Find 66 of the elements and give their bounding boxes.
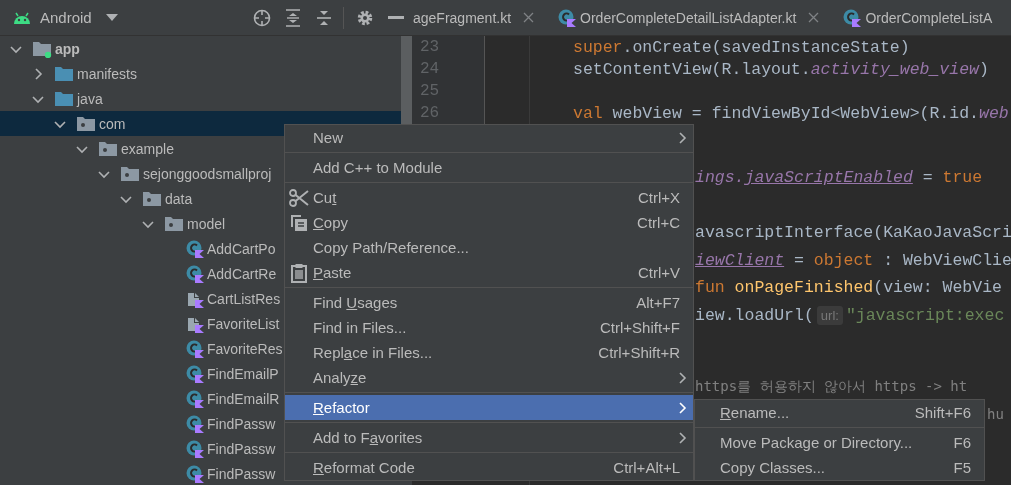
settings-icon[interactable] [356, 8, 374, 27]
code-line: setContentView(R.layout.activity_web_view) [573, 59, 989, 79]
menu-item[interactable]: Add to Favorites [285, 425, 693, 450]
tree-item[interactable]: manifests [0, 61, 401, 86]
package-icon [120, 165, 140, 182]
editor-tab[interactable]: OrderCompleteListA [841, 0, 995, 35]
view-selector[interactable]: Android [40, 9, 92, 26]
caret-icon[interactable] [105, 13, 118, 22]
menu-item[interactable]: Copy Ctrl+C [285, 210, 693, 235]
module-folder-icon [32, 39, 52, 58]
kotlin-class-icon [186, 264, 204, 283]
kotlin-class-icon [186, 389, 204, 408]
package-icon [164, 215, 184, 232]
code-line: https를 허용하지 않아서 https -> ht [695, 377, 968, 397]
close-icon[interactable] [808, 12, 820, 23]
menu-item[interactable]: Cut Ctrl+X [285, 185, 693, 210]
kotlin-class-icon [186, 464, 204, 483]
menu-item[interactable]: Move Package or Directory... F6 [695, 430, 984, 455]
menu-item[interactable]: Replace in Files... Ctrl+Shift+R [285, 340, 693, 365]
menu-item[interactable]: Find Usages Alt+F7 [285, 290, 693, 315]
package-icon [98, 140, 118, 157]
code-line: iew.loadUrl( url: "javascript:exec [695, 305, 1005, 325]
code-line: iewClient = object : WebViewClie [695, 250, 1011, 270]
kotlin-class-icon [843, 8, 862, 27]
kotlin-class-icon [186, 239, 204, 258]
menu-item[interactable]: Refactor [285, 395, 693, 420]
code-line: ings.javaScriptEnabled = true [695, 168, 983, 188]
clipboard-icon [291, 262, 307, 283]
expand-all-icon[interactable] [285, 8, 301, 27]
chevron-right-icon[interactable] [32, 67, 44, 80]
code-line: avascriptInterface(KaKaoJavaScri [695, 223, 1011, 243]
close-icon[interactable] [523, 12, 535, 23]
kotlin-class-icon [186, 364, 204, 383]
menu-item[interactable]: Copy Path/Reference... [285, 235, 693, 260]
android-icon [12, 10, 32, 25]
menu-item[interactable]: Add C++ to Module [285, 155, 693, 180]
package-icon [76, 115, 96, 132]
editor-tab[interactable]: OrderCompleteDetailListAdapter.kt [556, 0, 799, 35]
folder-icon [54, 90, 74, 107]
scissors-icon [289, 187, 309, 208]
code-line: fun onPageFinished(view: WebVie [695, 278, 1002, 298]
menu-item[interactable]: Rename... Shift+F6 [695, 400, 984, 425]
tree-item[interactable]: java [0, 86, 401, 111]
code-line: hu [987, 404, 1004, 424]
copy-icon [290, 213, 308, 232]
menu-item[interactable]: Analyze [285, 365, 693, 390]
kotlin-class-icon [558, 8, 577, 27]
code-line: val webView = findViewById<WebView>(R.id.web [573, 103, 1009, 123]
editor-tab[interactable]: ageFragment.kt [412, 0, 514, 35]
menu-item[interactable]: Copy Classes... F5 [695, 455, 984, 480]
chevron-right-icon[interactable] [679, 371, 687, 384]
minimize-icon[interactable] [388, 15, 404, 20]
kotlin-class-icon [186, 339, 204, 358]
folder-icon [54, 65, 74, 82]
chevron-right-icon[interactable] [679, 431, 687, 444]
code-line: super.onCreate(savedInstanceState) [573, 37, 910, 57]
crosshair-icon[interactable] [253, 8, 271, 27]
chevron-right-icon[interactable] [679, 131, 687, 144]
kotlin-class-icon [186, 414, 204, 433]
collapse-all-icon[interactable] [316, 8, 332, 27]
tree-item[interactable]: app [0, 36, 401, 61]
package-icon [142, 190, 162, 207]
menu-item[interactable]: Reformat Code Ctrl+Alt+L [285, 455, 693, 480]
kotlin-class-icon [186, 439, 204, 458]
menu-item[interactable]: Find in Files... Ctrl+Shift+F [285, 315, 693, 340]
menu-item[interactable]: Paste Ctrl+V [285, 260, 693, 285]
